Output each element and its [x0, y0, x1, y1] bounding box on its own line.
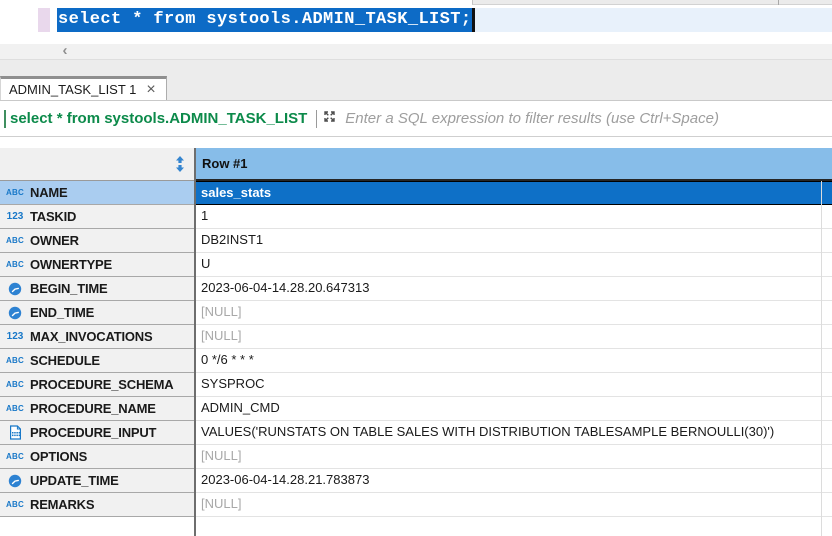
123-icon: 123	[6, 211, 24, 222]
table-row: 123 MAX_INVOCATIONS [NULL]	[0, 325, 832, 349]
clock-icon	[5, 474, 25, 488]
column-header-row1[interactable]: Row #1	[194, 148, 832, 181]
filter-bar: select * from systools.ADMIN_TASK_LIST E…	[0, 101, 832, 137]
row-header-update-time[interactable]: UPDATE_TIME	[0, 469, 194, 493]
abc-icon: ABC	[6, 356, 24, 365]
selected-sql-text[interactable]: select * from systools.ADMIN_TASK_LIST;	[57, 8, 473, 32]
sql-editor[interactable]: select * from systools.ADMIN_TASK_LIST;	[0, 5, 832, 44]
row-header-ownertype[interactable]: ABC OWNERTYPE	[0, 253, 194, 277]
cell-remarks[interactable]: [NULL]	[194, 493, 832, 517]
abc-icon: ABC	[6, 380, 24, 389]
change-indicator-bar	[38, 8, 50, 32]
row-header-schedule[interactable]: ABC SCHEDULE	[0, 349, 194, 373]
current-line-highlight	[475, 8, 832, 32]
cell-update-time[interactable]: 2023-06-04-14.28.21.783873	[194, 469, 832, 493]
cell-ownertype[interactable]: U	[194, 253, 832, 277]
table-row: PROCEDURE_INPUT VALUES('RUNSTATS ON TABL…	[0, 421, 832, 445]
abc-icon: ABC	[6, 452, 24, 461]
row-header-end-time[interactable]: END_TIME	[0, 301, 194, 325]
row-header-column-divider	[194, 148, 196, 536]
editor-h-scrollbar[interactable]: ‹	[0, 43, 832, 60]
grid-header-row: Row #1	[0, 148, 832, 181]
filter-icon-fragment	[4, 109, 6, 128]
table-row: ABC PROCEDURE_NAME ADMIN_CMD	[0, 397, 832, 421]
tab-label: ADMIN_TASK_LIST 1	[9, 82, 137, 97]
clock-icon	[5, 282, 25, 296]
sort-both-icon[interactable]	[175, 156, 185, 172]
filter-input[interactable]: Enter a SQL expression to filter results…	[345, 101, 832, 136]
row-header-name[interactable]: ABC NAME	[0, 181, 194, 205]
table-row: BEGIN_TIME 2023-06-04-14.28.20.647313	[0, 277, 832, 301]
cell-procedure-input[interactable]: VALUES('RUNSTATS ON TABLE SALES WITH DIS…	[194, 421, 832, 445]
cell-procedure-schema[interactable]: SYSPROC	[194, 373, 832, 397]
row-header-remarks[interactable]: ABC REMARKS	[0, 493, 194, 517]
result-grid: Row #1 ABC NAME sales_stats 123 TASKID 1…	[0, 148, 832, 536]
row-header-begin-time[interactable]: BEGIN_TIME	[0, 277, 194, 301]
filter-query-label: select * from systools.ADMIN_TASK_LIST	[10, 110, 308, 127]
table-row: ABC PROCEDURE_SCHEMA SYSPROC	[0, 373, 832, 397]
close-icon[interactable]: ×	[146, 81, 155, 97]
filter-placeholder: Enter a SQL expression to filter results…	[345, 110, 719, 127]
dbeaver-window: select * from systools.ADMIN_TASK_LIST; …	[0, 0, 832, 536]
row-header-procedure-input[interactable]: PROCEDURE_INPUT	[0, 421, 194, 445]
editor-gutter	[0, 8, 57, 32]
cell-begin-time[interactable]: 2023-06-04-14.28.20.647313	[194, 277, 832, 301]
cell-taskid[interactable]: 1	[194, 205, 832, 229]
cell-procedure-name[interactable]: ADMIN_CMD	[194, 397, 832, 421]
expand-icon[interactable]	[322, 109, 337, 129]
123-icon: 123	[6, 331, 24, 342]
table-row: UPDATE_TIME 2023-06-04-14.28.21.783873	[0, 469, 832, 493]
table-row: ABC SCHEDULE 0 */6 * * *	[0, 349, 832, 373]
cell-owner[interactable]: DB2INST1	[194, 229, 832, 253]
row-header-taskid[interactable]: 123 TASKID	[0, 205, 194, 229]
cell-schedule[interactable]: 0 */6 * * *	[194, 349, 832, 373]
cell-end-time[interactable]: [NULL]	[194, 301, 832, 325]
table-row: 123 TASKID 1	[0, 205, 832, 229]
table-row: ABC REMARKS [NULL]	[0, 493, 832, 517]
table-row: END_TIME [NULL]	[0, 301, 832, 325]
clock-icon	[5, 306, 25, 320]
results-tab-bar: ADMIN_TASK_LIST 1 ×	[0, 60, 832, 101]
table-row: ABC OWNERTYPE U	[0, 253, 832, 277]
sql-editor-line[interactable]: select * from systools.ADMIN_TASK_LIST;	[0, 8, 832, 32]
filter-divider	[316, 109, 318, 128]
table-row: ABC NAME sales_stats	[0, 181, 832, 205]
row-header-owner[interactable]: ABC OWNER	[0, 229, 194, 253]
row-header-options[interactable]: ABC OPTIONS	[0, 445, 194, 469]
value-column-right-border	[821, 181, 822, 536]
abc-icon: ABC	[6, 500, 24, 509]
abc-icon: ABC	[6, 236, 24, 245]
scroll-left-icon[interactable]: ‹	[58, 43, 72, 59]
abc-icon: ABC	[6, 260, 24, 269]
cell-options[interactable]: [NULL]	[194, 445, 832, 469]
row-header-max-invocations[interactable]: 123 MAX_INVOCATIONS	[0, 325, 194, 349]
abc-icon: ABC	[6, 188, 24, 197]
cell-name[interactable]: sales_stats	[194, 181, 832, 205]
grid-corner-cell[interactable]	[0, 148, 194, 181]
cell-max-invocations[interactable]: [NULL]	[194, 325, 832, 349]
table-row: ABC OWNER DB2INST1	[0, 229, 832, 253]
table-row: ABC OPTIONS [NULL]	[0, 445, 832, 469]
tab-admin-task-list[interactable]: ADMIN_TASK_LIST 1 ×	[0, 76, 167, 100]
row-header-procedure-name[interactable]: ABC PROCEDURE_NAME	[0, 397, 194, 421]
grid-empty-area	[0, 517, 832, 536]
row-header-procedure-schema[interactable]: ABC PROCEDURE_SCHEMA	[0, 373, 194, 397]
abc-icon: ABC	[6, 404, 24, 413]
document-icon	[5, 425, 25, 440]
